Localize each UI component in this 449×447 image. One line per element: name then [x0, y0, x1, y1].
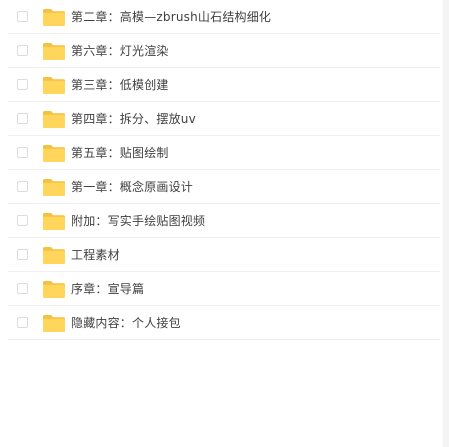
row-checkbox[interactable] — [17, 11, 28, 22]
list-item[interactable]: 第二章：高模—zbrush山石结构细化 — [8, 0, 440, 34]
scrollbar-track[interactable] — [443, 0, 449, 447]
file-name[interactable]: 第六章：灯光渲染 — [71, 42, 169, 59]
folder-icon — [43, 144, 65, 162]
file-name[interactable]: 第五章：贴图绘制 — [71, 144, 169, 161]
row-checkbox[interactable] — [17, 79, 28, 90]
file-name[interactable]: 第二章：高模—zbrush山石结构细化 — [71, 8, 271, 25]
row-checkbox[interactable] — [17, 147, 28, 158]
file-name[interactable]: 序章：宣导篇 — [71, 280, 144, 297]
folder-icon — [43, 110, 65, 128]
list-item[interactable]: 第五章：贴图绘制 — [8, 136, 440, 170]
list-item[interactable]: 第六章：灯光渲染 — [8, 34, 440, 68]
list-item[interactable]: 隐藏内容：个人接包 — [8, 306, 440, 340]
file-name[interactable]: 工程素材 — [71, 246, 120, 263]
folder-icon — [43, 178, 65, 196]
row-checkbox[interactable] — [17, 45, 28, 56]
folder-icon — [43, 8, 65, 26]
file-name[interactable]: 隐藏内容：个人接包 — [71, 314, 181, 331]
list-item[interactable]: 附加：写实手绘贴图视频 — [8, 204, 440, 238]
file-name[interactable]: 第一章：概念原画设计 — [71, 178, 193, 195]
row-checkbox[interactable] — [17, 249, 28, 260]
file-name[interactable]: 附加：写实手绘贴图视频 — [71, 212, 205, 229]
folder-icon — [43, 246, 65, 264]
list-item[interactable]: 序章：宣导篇 — [8, 272, 440, 306]
file-name[interactable]: 第三章：低模创建 — [71, 76, 169, 93]
folder-icon — [43, 314, 65, 332]
folder-icon — [43, 212, 65, 230]
row-checkbox[interactable] — [17, 181, 28, 192]
row-checkbox[interactable] — [17, 317, 28, 328]
file-name[interactable]: 第四章：拆分、摆放uv — [71, 110, 196, 127]
row-checkbox[interactable] — [17, 283, 28, 294]
list-item[interactable]: 第四章：拆分、摆放uv — [8, 102, 440, 136]
folder-icon — [43, 280, 65, 298]
list-item[interactable]: 工程素材 — [8, 238, 440, 272]
row-checkbox[interactable] — [17, 113, 28, 124]
folder-icon — [43, 42, 65, 60]
list-item[interactable]: 第三章：低模创建 — [8, 68, 440, 102]
list-item[interactable]: 第一章：概念原画设计 — [8, 170, 440, 204]
folder-icon — [43, 76, 65, 94]
file-list: 第二章：高模—zbrush山石结构细化 第六章：灯光渲染 第三章：低模创建 第四… — [8, 0, 440, 340]
row-checkbox[interactable] — [17, 215, 28, 226]
